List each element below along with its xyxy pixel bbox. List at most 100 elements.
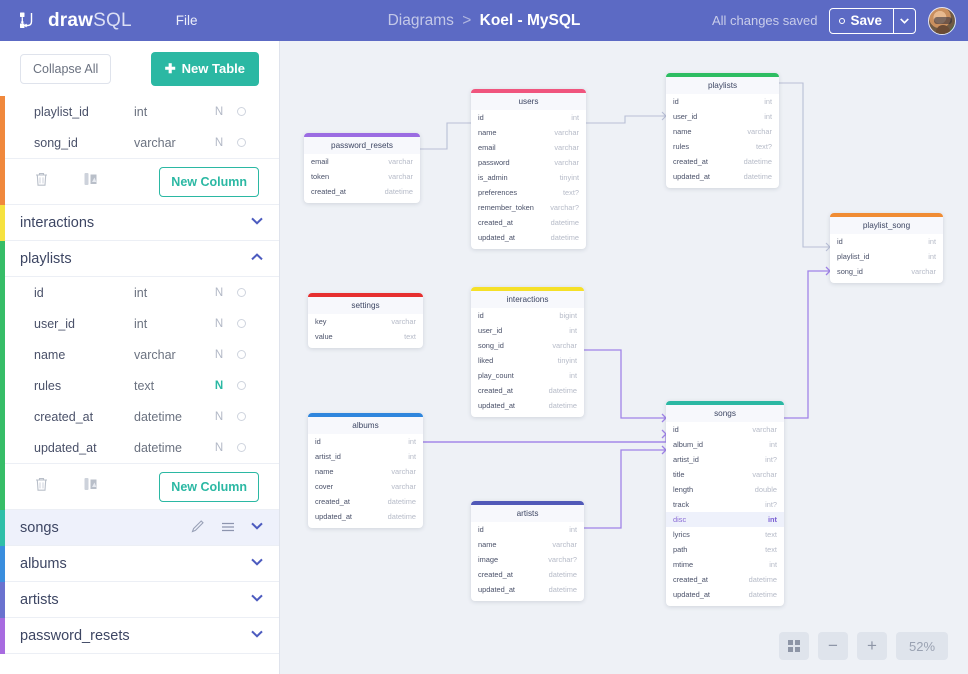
sidebar-column-row[interactable]: playlist_id int N <box>0 96 279 127</box>
diagram-column-row[interactable]: created_at datetime <box>666 572 784 587</box>
sidebar-table-header-interactions[interactable]: interactions <box>0 205 279 241</box>
column-key-toggle[interactable] <box>232 443 250 452</box>
column-nullable-flag[interactable]: N <box>206 287 232 299</box>
new-column-button[interactable]: New Column <box>159 471 259 502</box>
diagram-table-interactions[interactable]: interactions id bigint user_id int song_id var… <box>471 287 584 417</box>
diagram-column-row[interactable]: id varchar <box>666 422 784 437</box>
diagram-column-row[interactable]: image varchar? <box>471 552 584 567</box>
sidebar-table-header-artists[interactable]: artists <box>0 582 279 618</box>
diagram-column-row[interactable]: playlist_id int <box>830 249 943 264</box>
diagram-column-row[interactable]: liked tinyint <box>471 353 584 368</box>
hamburger-icon[interactable] <box>221 520 235 536</box>
column-nullable-flag[interactable]: N <box>206 442 232 454</box>
sidebar-table-header-password_resets[interactable]: password_resets <box>0 618 279 654</box>
sidebar-column-row[interactable]: rules text N <box>0 370 279 401</box>
sidebar-column-row[interactable]: created_at datetime N <box>0 401 279 432</box>
sidebar-column-row[interactable]: song_id varchar N <box>0 127 279 158</box>
diagram-column-row[interactable]: artist_id int <box>308 449 423 464</box>
sidebar-column-row[interactable]: name varchar N <box>0 339 279 370</box>
diagram-table-settings[interactable]: settings key varchar value text <box>308 293 423 348</box>
diagram-column-row[interactable]: updated_at datetime <box>308 509 423 524</box>
diagram-column-row[interactable]: email varchar <box>471 140 586 155</box>
diagram-column-row[interactable]: id int <box>308 434 423 449</box>
diagram-table-users[interactable]: users id int name varchar email varchar passwor… <box>471 89 586 249</box>
column-nullable-flag[interactable]: N <box>206 349 232 361</box>
sidebar-column-row[interactable]: id int N <box>0 277 279 308</box>
diagram-column-row[interactable]: song_id varchar <box>830 264 943 279</box>
diagram-column-row[interactable]: name varchar <box>471 125 586 140</box>
diagram-column-row[interactable]: id int <box>471 110 586 125</box>
pencil-icon[interactable] <box>191 519 205 537</box>
diagram-column-row[interactable]: id bigint <box>471 308 584 323</box>
new-column-button[interactable]: New Column <box>159 166 259 197</box>
diagram-column-row[interactable]: key varchar <box>308 314 423 329</box>
sidebar-column-row[interactable]: updated_at datetime N <box>0 432 279 463</box>
diagram-column-row[interactable]: preferences text? <box>471 185 586 200</box>
diagram-column-row[interactable]: updated_at datetime <box>471 582 584 597</box>
column-key-toggle[interactable] <box>232 138 250 147</box>
column-key-toggle[interactable] <box>232 381 250 390</box>
diagram-table-playlist_song[interactable]: playlist_song id int playlist_id int song_id v… <box>830 213 943 283</box>
column-nullable-flag[interactable]: N <box>206 106 232 118</box>
diagram-column-row[interactable]: name varchar <box>666 124 779 139</box>
diagram-table-playlists[interactable]: playlists id int user_id int name varchar rules… <box>666 73 779 188</box>
diagram-table-password_resets[interactable]: password_resets email varchar token varchar c… <box>304 133 420 203</box>
diagram-column-row[interactable]: artist_id int? <box>666 452 784 467</box>
save-dropdown-button[interactable] <box>893 8 915 33</box>
sidebar-column-row[interactable]: user_id int N <box>0 308 279 339</box>
diagram-column-row[interactable]: length double <box>666 482 784 497</box>
diagram-column-row[interactable]: password varchar <box>471 155 586 170</box>
diagram-column-row[interactable]: created_at datetime <box>471 215 586 230</box>
chevron-down-icon[interactable] <box>251 594 263 605</box>
diagram-column-row[interactable]: cover varchar <box>308 479 423 494</box>
chevron-up-icon[interactable] <box>251 253 263 264</box>
diagram-column-row[interactable]: updated_at datetime <box>666 587 784 602</box>
chevron-down-icon[interactable] <box>251 630 263 641</box>
chevron-down-icon[interactable] <box>251 558 263 569</box>
diagram-table-artists[interactable]: artists id int name varchar image varchar? crea… <box>471 501 584 601</box>
diagram-canvas[interactable]: password_resets email varchar token varchar c… <box>281 41 968 674</box>
zoom-level-display[interactable]: 52% <box>896 632 948 660</box>
diagram-column-row[interactable]: created_at datetime <box>666 154 779 169</box>
diagram-column-row[interactable]: updated_at datetime <box>666 169 779 184</box>
sidebar-table-header-albums[interactable]: albums <box>0 546 279 582</box>
diagram-column-row[interactable]: id int <box>830 234 943 249</box>
save-button[interactable]: Save <box>830 9 893 33</box>
diagram-column-row[interactable]: token varchar <box>304 169 420 184</box>
palette-icon[interactable] <box>83 476 99 497</box>
diagram-column-row[interactable]: disc int <box>666 512 784 527</box>
diagram-column-row[interactable]: track int? <box>666 497 784 512</box>
sidebar-table-list[interactable]: playlist_id int Nsong_id varchar N New Column… <box>0 96 279 674</box>
chevron-down-icon[interactable] <box>251 217 263 228</box>
sidebar-table-header-songs[interactable]: songs <box>0 510 279 546</box>
column-key-toggle[interactable] <box>232 288 250 297</box>
column-key-toggle[interactable] <box>232 319 250 328</box>
diagram-column-row[interactable]: rules text? <box>666 139 779 154</box>
avatar[interactable] <box>928 6 956 35</box>
diagram-table-songs[interactable]: songs id varchar album_id int artist_id int? ti… <box>666 401 784 606</box>
diagram-column-row[interactable]: play_count int <box>471 368 584 383</box>
menu-file[interactable]: File <box>176 13 198 28</box>
diagram-column-row[interactable]: lyrics text <box>666 527 784 542</box>
diagram-column-row[interactable]: created_at datetime <box>304 184 420 199</box>
sidebar-table-header-playlists[interactable]: playlists <box>0 241 279 277</box>
diagram-table-albums[interactable]: albums id int artist_id int name varchar cover v… <box>308 413 423 528</box>
diagram-column-row[interactable]: user_id int <box>471 323 584 338</box>
diagram-column-row[interactable]: email varchar <box>304 154 420 169</box>
diagram-column-row[interactable]: title varchar <box>666 467 784 482</box>
trash-icon[interactable] <box>34 476 49 497</box>
brand-logo[interactable]: drawSQL <box>18 10 132 32</box>
breadcrumb-diagrams-link[interactable]: Diagrams <box>388 12 454 29</box>
column-nullable-flag[interactable]: N <box>206 380 232 392</box>
diagram-column-row[interactable]: user_id int <box>666 109 779 124</box>
zoom-in-button[interactable]: + <box>857 632 887 660</box>
column-key-toggle[interactable] <box>232 350 250 359</box>
fit-to-screen-button[interactable] <box>779 632 809 660</box>
diagram-column-row[interactable]: created_at datetime <box>308 494 423 509</box>
diagram-column-row[interactable]: updated_at datetime <box>471 230 586 245</box>
zoom-out-button[interactable]: − <box>818 632 848 660</box>
diagram-column-row[interactable]: name varchar <box>308 464 423 479</box>
diagram-column-row[interactable]: mtime int <box>666 557 784 572</box>
column-nullable-flag[interactable]: N <box>206 137 232 149</box>
column-nullable-flag[interactable]: N <box>206 318 232 330</box>
